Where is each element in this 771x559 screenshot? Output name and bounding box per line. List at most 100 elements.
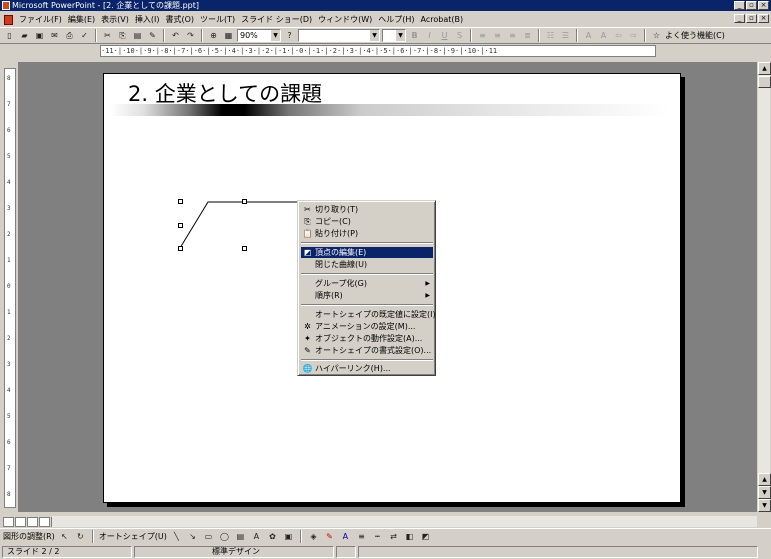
email-icon[interactable]: ✉ — [48, 29, 61, 42]
menu-item-close-curve[interactable]: 閉じた曲線(U) — [301, 259, 433, 270]
menu-edit[interactable]: 編集(E) — [68, 14, 95, 25]
chevron-down-icon[interactable]: ▼ — [271, 30, 280, 41]
menu-insert[interactable]: 挿入(I) — [135, 14, 160, 25]
clipart-icon[interactable]: ✿ — [266, 530, 279, 543]
redo-icon[interactable]: ↷ — [184, 29, 197, 42]
menu-tools[interactable]: ツール(T) — [200, 14, 235, 25]
oval-icon[interactable]: ◯ — [218, 530, 231, 543]
powerpoint-app-icon[interactable] — [2, 1, 10, 10]
print-icon[interactable]: ⎙ — [63, 29, 76, 42]
new-icon[interactable]: ▯ — [3, 29, 16, 42]
size-combo[interactable]: ▼ — [382, 29, 406, 42]
arrow-style-icon[interactable]: ⇄ — [387, 530, 400, 543]
picture-icon[interactable]: ▣ — [282, 530, 295, 543]
menu-item-group[interactable]: グループ化(G) ▶ — [301, 278, 433, 289]
menu-item-order[interactable]: 順序(R) ▶ — [301, 290, 433, 301]
table-icon[interactable]: ▦ — [222, 29, 235, 42]
spellcheck-icon[interactable]: ✓ — [78, 29, 91, 42]
3d-style-icon[interactable]: ◩ — [419, 530, 432, 543]
dash-style-icon[interactable]: ┅ — [371, 530, 384, 543]
chevron-down-icon[interactable]: ▼ — [370, 30, 379, 41]
rotate-icon[interactable]: ↻ — [74, 530, 87, 543]
slide-view-icon[interactable] — [27, 516, 38, 527]
line-icon[interactable]: ╲ — [170, 530, 183, 543]
selection-handle[interactable] — [242, 199, 247, 204]
menu-view[interactable]: 表示(V) — [101, 14, 129, 25]
menu-item-format-autoshape[interactable]: ✎ オートシェイプの書式設定(O)... — [301, 345, 433, 356]
chevron-down-icon[interactable]: ▼ — [396, 30, 405, 41]
sorter-view-icon[interactable] — [39, 516, 50, 527]
font-combo[interactable]: ▼ — [298, 29, 380, 42]
frequent-commands-button[interactable]: よく使う機能(C) — [665, 30, 725, 41]
selection-handle[interactable] — [178, 246, 183, 251]
numbering-icon[interactable]: ☷ — [544, 29, 557, 42]
zoom-combo[interactable]: 90% ▼ — [237, 29, 281, 42]
menu-item-copy[interactable]: ⎘ コピー(C) — [301, 216, 433, 227]
format-painter-icon[interactable]: ✎ — [146, 29, 159, 42]
maximize-button[interactable]: ▫ — [746, 1, 757, 10]
scroll-down-icon[interactable]: ▼ — [758, 486, 771, 499]
copy-icon[interactable]: ⎘ — [116, 29, 129, 42]
line-color-icon[interactable]: ✎ — [323, 530, 336, 543]
autoshape-menu-button[interactable]: オートシェイプ(U) — [99, 531, 167, 542]
align-center-icon[interactable]: ≡ — [491, 29, 504, 42]
menu-item-action-settings[interactable]: ✦ オブジェクトの動作設定(A)... — [301, 333, 433, 344]
selection-handle[interactable] — [242, 246, 247, 251]
menu-item-hyperlink[interactable]: 🌐 ハイパーリンク(H)... — [301, 363, 433, 374]
minimize-button[interactable]: _ — [734, 1, 745, 10]
menu-item-cut[interactable]: ✂ 切り取り(T) — [301, 204, 433, 215]
menu-window[interactable]: ウィンドウ(W) — [318, 14, 372, 25]
rectangle-icon[interactable]: ▭ — [202, 530, 215, 543]
menu-item-paste[interactable]: 📋 貼り付け(P) — [301, 228, 433, 239]
demote-icon[interactable]: ⇨ — [627, 29, 640, 42]
align-right-icon[interactable]: ≡ — [506, 29, 519, 42]
wordart-icon[interactable]: A — [250, 530, 263, 543]
document-icon[interactable] — [4, 14, 13, 25]
increase-font-icon[interactable]: A — [582, 29, 595, 42]
close-button[interactable]: × — [758, 1, 769, 10]
save-icon[interactable]: ▣ — [33, 29, 46, 42]
doc-close-button[interactable]: × — [758, 14, 769, 23]
menu-format[interactable]: 書式(O) — [165, 14, 194, 25]
promote-icon[interactable]: ⇦ — [612, 29, 625, 42]
align-left-icon[interactable]: ≡ — [476, 29, 489, 42]
textbox-icon[interactable]: ▤ — [234, 530, 247, 543]
menu-item-edit-points[interactable]: ◩ 頂点の編集(E) — [301, 247, 433, 258]
scroll-up-icon[interactable]: ▲ — [758, 62, 771, 75]
decrease-font-icon[interactable]: A — [597, 29, 610, 42]
fill-color-icon[interactable]: ◈ — [307, 530, 320, 543]
animation-toolbar-icon[interactable]: ☆ — [650, 29, 663, 42]
underline-icon[interactable]: U — [438, 29, 451, 42]
distribute-icon[interactable]: ≣ — [521, 29, 534, 42]
shadow-style-icon[interactable]: ◧ — [403, 530, 416, 543]
draw-menu-button[interactable]: 図形の調整(R) — [3, 531, 55, 542]
menu-slideshow[interactable]: スライド ショー(D) — [241, 14, 312, 25]
doc-restore-button[interactable]: ▫ — [746, 14, 757, 23]
open-icon[interactable]: ▰ — [18, 29, 31, 42]
selection-handle[interactable] — [178, 199, 183, 204]
horizontal-scrollbar[interactable] — [52, 516, 757, 527]
bold-icon[interactable]: B — [408, 29, 421, 42]
help-icon[interactable]: ? — [283, 29, 296, 42]
hyperlink-toolbar-icon[interactable]: ⊕ — [207, 29, 220, 42]
bullets-icon[interactable]: ☰ — [559, 29, 572, 42]
select-arrow-icon[interactable]: ↖ — [58, 530, 71, 543]
scroll-up-icon[interactable]: ▲ — [758, 473, 771, 486]
scroll-down-icon[interactable]: ▼ — [758, 499, 771, 512]
menu-acrobat[interactable]: Acrobat(B) — [421, 15, 464, 24]
menu-item-set-default[interactable]: オートシェイプの既定値に設定(I) — [301, 309, 436, 320]
normal-view-icon[interactable] — [3, 516, 14, 527]
font-color-icon[interactable]: A — [339, 530, 352, 543]
doc-minimize-button[interactable]: _ — [734, 14, 745, 23]
paste-icon[interactable]: ▤ — [131, 29, 144, 42]
undo-icon[interactable]: ↶ — [169, 29, 182, 42]
outline-view-icon[interactable] — [15, 516, 26, 527]
line-style-icon[interactable]: ≡ — [355, 530, 368, 543]
selection-handle[interactable] — [178, 223, 183, 228]
menu-help[interactable]: ヘルプ(H) — [378, 14, 414, 25]
menu-file[interactable]: ファイル(F) — [19, 14, 62, 25]
cut-icon[interactable]: ✂ — [101, 29, 114, 42]
scroll-thumb[interactable] — [758, 76, 771, 88]
shadow-icon[interactable]: S — [453, 29, 466, 42]
arrow-icon[interactable]: ↘ — [186, 530, 199, 543]
